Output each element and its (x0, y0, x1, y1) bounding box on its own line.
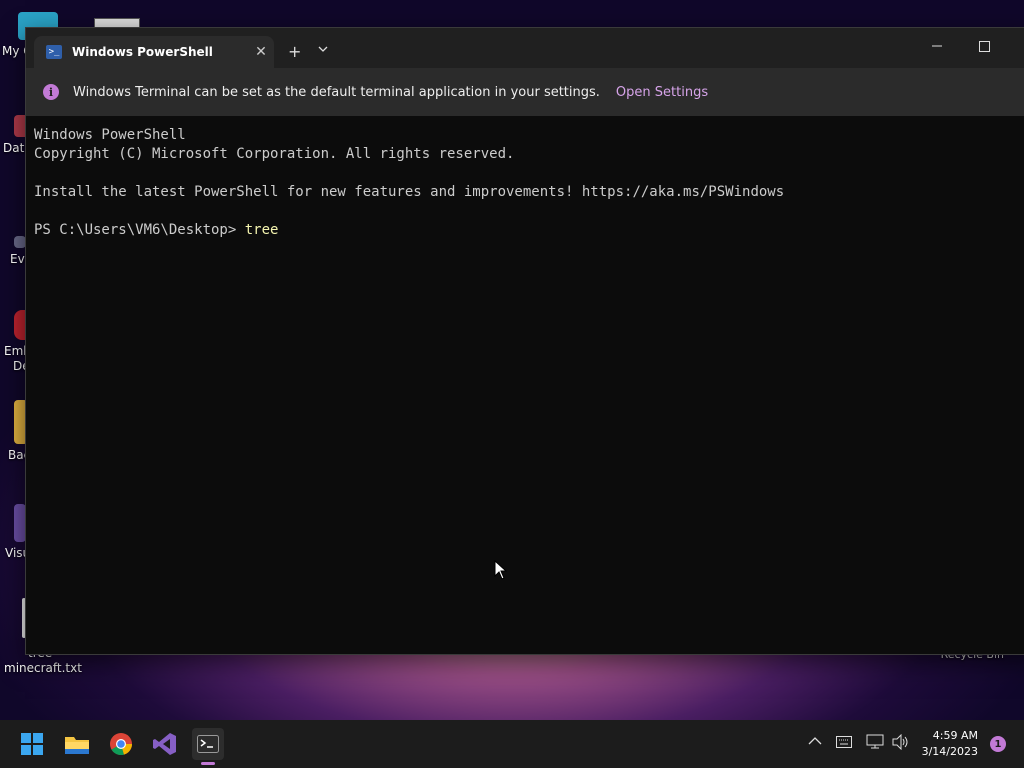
title-bar[interactable]: >_ Windows PowerShell ✕ + (26, 28, 1024, 68)
open-settings-link[interactable]: Open Settings (616, 85, 708, 100)
terminal-button[interactable] (192, 728, 224, 760)
visual-studio-button[interactable] (149, 728, 181, 760)
minimize-icon (932, 45, 942, 47)
default-terminal-infobar: i Windows Terminal can be set as the def… (26, 68, 1024, 116)
show-hidden-icons-button[interactable] (808, 734, 822, 750)
notification-badge[interactable]: 1 (990, 736, 1006, 752)
system-clock[interactable]: 4:59 AM 3/14/2023 (922, 728, 978, 760)
minimize-button[interactable] (931, 38, 943, 54)
new-tab-button[interactable]: + (288, 42, 301, 61)
chevron-up-icon (808, 737, 822, 745)
keyboard-icon (836, 736, 852, 748)
maximize-button[interactable] (979, 41, 990, 52)
chrome-button[interactable] (105, 728, 137, 760)
tab-title: Windows PowerShell (72, 45, 213, 59)
folder-icon (65, 737, 89, 754)
network-icon (866, 734, 884, 749)
clock-time: 4:59 AM (932, 729, 978, 742)
infobar-message: Windows Terminal can be set as the defau… (73, 84, 600, 100)
volume-button[interactable] (892, 733, 910, 754)
console-command: tree (244, 222, 279, 238)
terminal-window[interactable]: >_ Windows PowerShell ✕ + i Windows Term… (25, 27, 1024, 655)
visual-studio-icon (153, 733, 176, 755)
console-line: Install the latest PowerShell for new fe… (34, 184, 785, 200)
tab-close-button[interactable]: ✕ (248, 44, 274, 60)
desktop-icon-label-2: minecraft.txt (4, 661, 82, 675)
powershell-icon: >_ (46, 45, 62, 59)
chevron-down-icon (318, 46, 328, 52)
taskbar: 4:59 AM 3/14/2023 1 (0, 720, 1024, 768)
network-button[interactable] (866, 734, 884, 754)
clock-date: 3/14/2023 (921, 745, 978, 758)
tab-windows-powershell[interactable]: >_ Windows PowerShell ✕ (34, 36, 274, 68)
active-app-indicator (201, 762, 215, 765)
file-explorer-button[interactable] (61, 728, 93, 760)
info-icon: i (43, 84, 59, 100)
speaker-icon (892, 733, 908, 751)
console-output[interactable]: Windows PowerShell Copyright (C) Microso… (26, 116, 1024, 250)
chrome-icon (110, 733, 133, 756)
windows-logo-icon (21, 733, 43, 755)
terminal-icon (197, 735, 219, 753)
console-line: Copyright (C) Microsoft Corporation. All… (34, 146, 515, 162)
start-button[interactable] (16, 728, 48, 760)
keyboard-button[interactable] (836, 736, 852, 752)
console-line: Windows PowerShell (34, 127, 186, 143)
tab-dropdown-button[interactable] (318, 42, 328, 56)
console-prompt: PS C:\Users\VM6\Desktop> (34, 222, 245, 238)
